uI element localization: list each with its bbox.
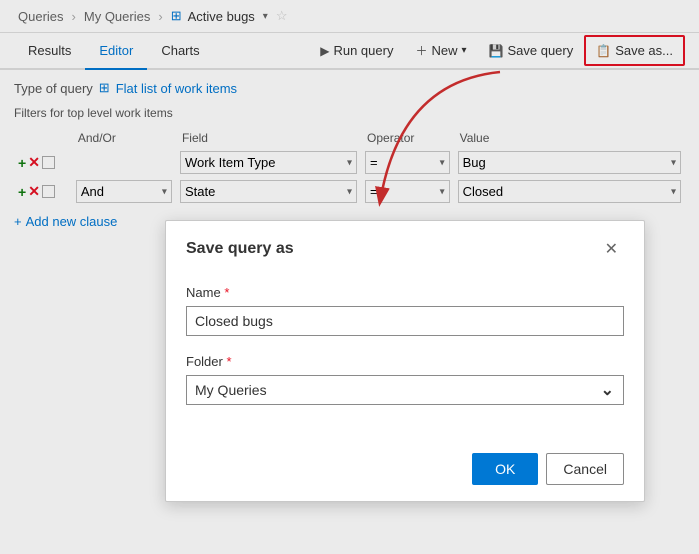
modal-body: Name * Folder * My Queries xyxy=(166,273,644,443)
modal-title: Save query as xyxy=(186,240,294,258)
name-label: Name * xyxy=(186,285,624,300)
modal-footer: OK Cancel xyxy=(166,443,644,501)
modal-header: Save query as ✕ xyxy=(166,221,644,273)
cancel-button[interactable]: Cancel xyxy=(546,453,624,485)
name-required: * xyxy=(224,285,229,300)
modal-close-button[interactable]: ✕ xyxy=(599,237,624,261)
name-input[interactable] xyxy=(186,306,624,336)
folder-field-group: Folder * My Queries xyxy=(186,354,624,405)
name-field-group: Name * xyxy=(186,285,624,336)
folder-select[interactable]: My Queries xyxy=(186,375,624,405)
ok-button[interactable]: OK xyxy=(472,453,538,485)
folder-required: * xyxy=(226,354,231,369)
save-query-dialog: Save query as ✕ Name * Folder * My Queri… xyxy=(165,220,645,502)
folder-select-wrap: My Queries xyxy=(186,375,624,405)
folder-label: Folder * xyxy=(186,354,624,369)
